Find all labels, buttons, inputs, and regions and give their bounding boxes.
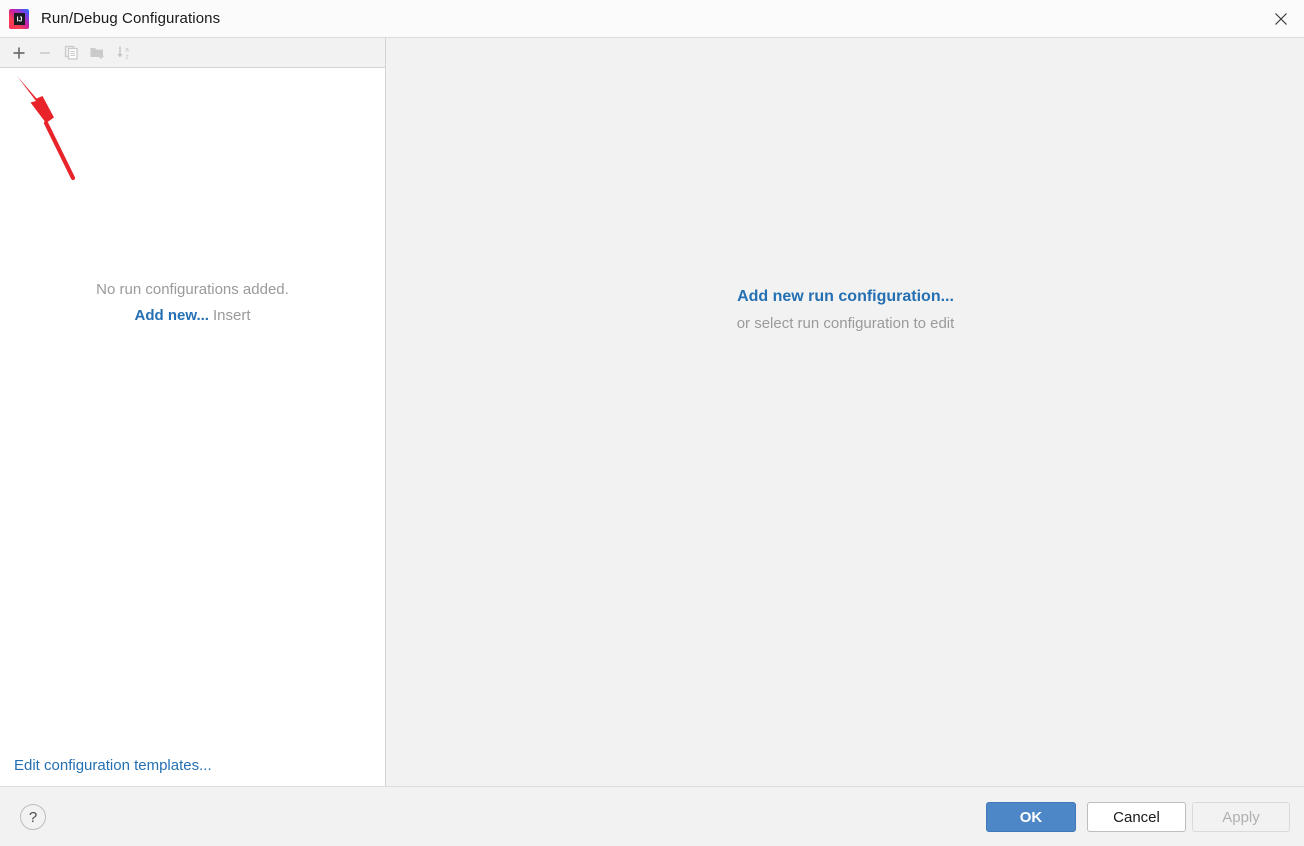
title-bar: IJ Run/Debug Configurations [0,0,1304,38]
configurations-toolbar: a z [0,38,385,68]
run-debug-configurations-dialog: IJ Run/Debug Configurations a z No run c… [0,0,1304,846]
edit-configuration-templates-link[interactable]: Edit configuration templates... [14,757,212,774]
add-new-link[interactable]: Add new... [135,307,209,324]
svg-text:z: z [125,53,128,60]
sort-configurations-button[interactable]: a z [110,40,136,66]
dialog-title: Run/Debug Configurations [41,10,221,27]
intellij-idea-icon: IJ [9,8,29,29]
copy-configuration-button[interactable] [58,40,84,66]
editor-empty-state: Add new run configuration... or select r… [387,283,1304,337]
add-new-run-configuration-link[interactable]: Add new run configuration... [387,283,1304,310]
ok-button[interactable]: OK [986,802,1076,832]
new-folder-button[interactable] [84,40,110,66]
configurations-list-panel: a z No run configurations added. Add new… [0,38,386,786]
configuration-editor-panel: Add new run configuration... or select r… [387,38,1304,786]
close-icon[interactable] [1258,0,1304,37]
empty-configurations-message: No run configurations added. Add new... I… [0,277,385,329]
cancel-button[interactable]: Cancel [1087,802,1186,832]
empty-message-text: No run configurations added. [96,281,289,298]
add-new-line: Add new... Insert [0,303,385,329]
help-button[interactable]: ? [20,804,46,830]
remove-configuration-button[interactable] [32,40,58,66]
apply-button: Apply [1192,802,1290,832]
or-select-hint-text: or select run configuration to edit [736,315,955,332]
insert-shortcut-hint: Insert [212,307,251,324]
svg-text:IJ: IJ [17,16,23,23]
add-configuration-button[interactable] [6,40,32,66]
